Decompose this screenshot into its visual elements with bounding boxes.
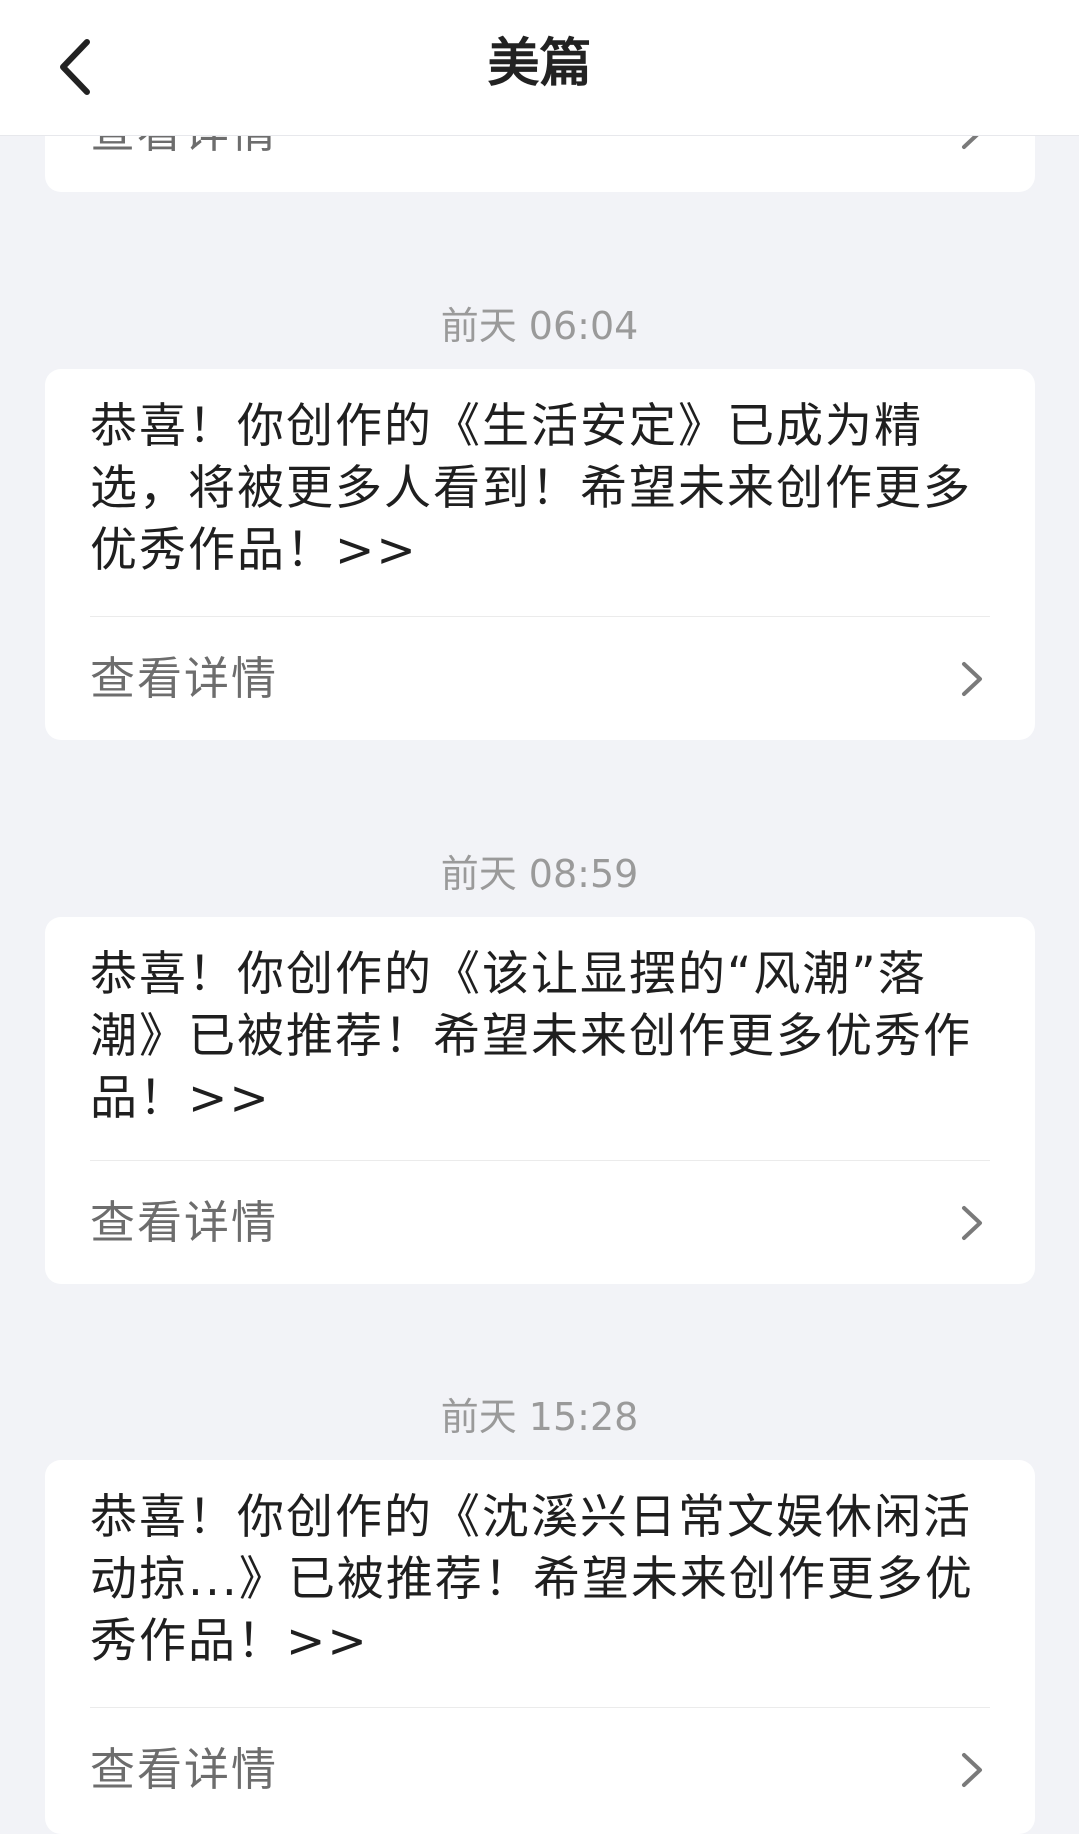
message-timestamp: 前天 08:59 <box>440 852 639 896</box>
message-text[interactable]: 恭喜！你创作的《该让显摆的“风潮”落潮》已被推荐！希望未来创作更多优秀作品！>> <box>90 944 995 1130</box>
view-details-row[interactable]: 查看详情 <box>45 619 1035 739</box>
card-divider <box>90 1160 990 1161</box>
message-card[interactable]: 恭喜！你创作的《该让显摆的“风潮”落潮》已被推荐！希望未来创作更多优秀作品！>>… <box>45 917 1035 1284</box>
view-details-label: 查看详情 <box>90 1196 279 1249</box>
chevron-right-icon <box>962 662 982 696</box>
top-nav-bar: 美篇 <box>0 0 1079 136</box>
view-details-label: 查看详情 <box>90 652 279 705</box>
message-card[interactable]: 恭喜！你创作的《生活安定》已成为精选，将被更多人看到！希望未来创作更多优秀作品！… <box>45 369 1035 740</box>
message-timestamp: 前天 15:28 <box>440 1395 639 1439</box>
message-text[interactable]: 恭喜！你创作的《沈溪兴日常文娱休闲活动掠...》已被推荐！希望未来创作更多优秀作… <box>90 1487 995 1673</box>
view-details-label: 查看详情 <box>90 1743 279 1796</box>
card-divider <box>90 616 990 617</box>
chevron-right-icon <box>962 1206 982 1240</box>
message-text[interactable]: 恭喜！你创作的《生活安定》已成为精选，将被更多人看到！希望未来创作更多优秀作品！… <box>90 396 995 582</box>
card-divider <box>90 1707 990 1708</box>
page-title: 美篇 <box>487 34 592 94</box>
view-details-row[interactable]: 查看详情 <box>45 1710 1035 1830</box>
chevron-right-icon <box>962 1753 982 1787</box>
view-details-row[interactable]: 查看详情 <box>45 1163 1035 1283</box>
message-card[interactable]: 恭喜！你创作的《沈溪兴日常文娱休闲活动掠...》已被推荐！希望未来创作更多优秀作… <box>45 1460 1035 1834</box>
message-timestamp: 前天 06:04 <box>440 304 639 348</box>
